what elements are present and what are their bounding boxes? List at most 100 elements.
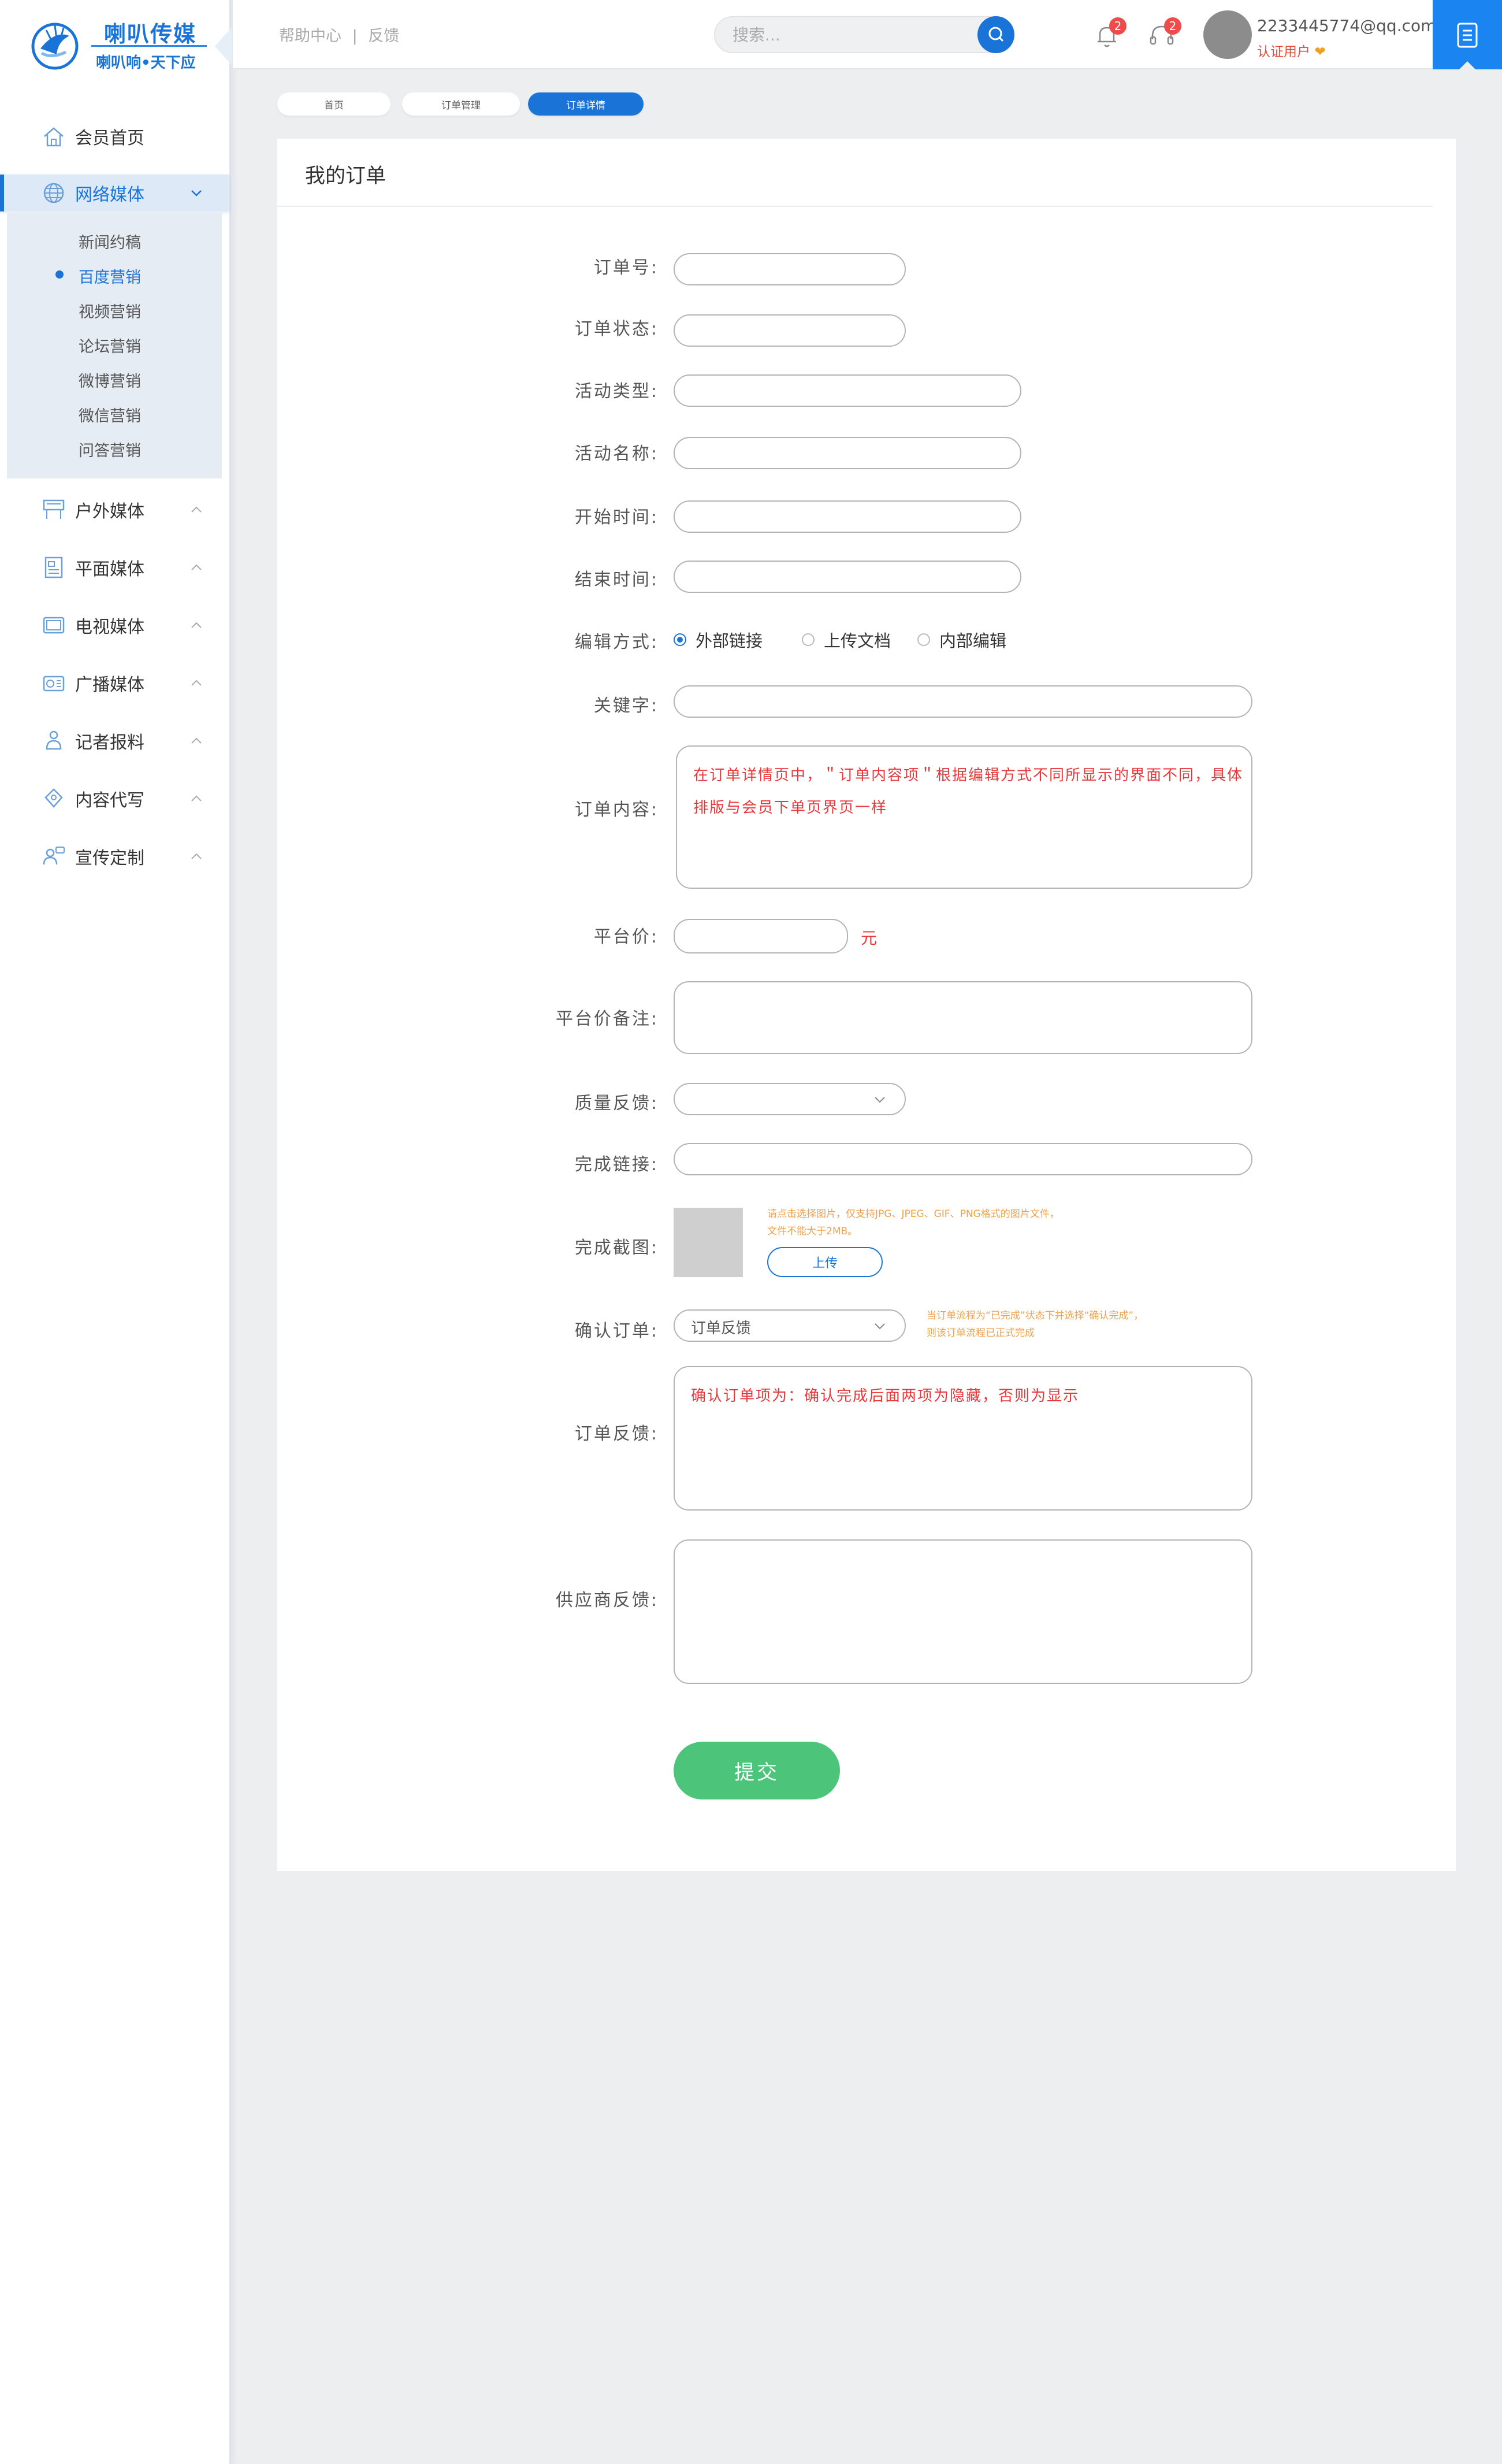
edit-mode-option-upload-doc[interactable]: 上传文档 xyxy=(802,628,891,652)
brand-logo[interactable]: 喇叭传媒 喇叭响•天下应 xyxy=(23,13,208,76)
order-content-note: 在订单详情页中，＂订单内容项＂根据编辑方式不同所显示的界面不同，具体排版与会员下… xyxy=(693,767,1244,817)
order-no-field[interactable] xyxy=(674,253,906,285)
chevron-up-icon[interactable] xyxy=(185,614,208,637)
home-icon xyxy=(40,123,67,150)
tv-icon xyxy=(40,612,67,639)
upload-button[interactable]: 上传 xyxy=(767,1247,883,1277)
orders-shortcut-button[interactable] xyxy=(1433,0,1502,69)
sidebar: 喇叭传媒 喇叭响•天下应 会员首页 网络媒体 新闻约稿 百度营销 视频营销 论坛… xyxy=(0,0,232,2464)
submenu-item-video-marketing[interactable]: 视频营销 xyxy=(79,299,141,322)
top-bar: 帮助中心 | 反馈 2 2 2233445774@qq.com 认证用户 ❤ xyxy=(233,0,1502,69)
submenu-item-wechat-marketing[interactable]: 微信营销 xyxy=(79,403,141,426)
sidebar-item-print-media[interactable]: 平面媒体 xyxy=(0,549,229,586)
sidebar-notch xyxy=(215,27,232,66)
done-screenshot-label: 完成截图: xyxy=(574,1238,659,1258)
chevron-down-icon[interactable] xyxy=(185,181,208,205)
customer-service-button[interactable]: 2 xyxy=(1146,17,1181,52)
breadcrumb-order-management[interactable]: 订单管理 xyxy=(402,92,520,116)
screenshot-preview xyxy=(674,1208,743,1277)
quality-feedback-label: 质量反馈: xyxy=(574,1093,659,1114)
submenu-item-news-draft[interactable]: 新闻约稿 xyxy=(79,230,141,253)
end-time-label: 结束时间: xyxy=(574,570,659,590)
order-feedback-label: 订单反馈: xyxy=(574,1424,659,1444)
service-badge: 2 xyxy=(1164,17,1181,35)
avatar[interactable] xyxy=(1203,10,1252,59)
brand-divider xyxy=(91,45,207,47)
done-link-field[interactable] xyxy=(674,1143,1252,1175)
sidebar-item-content-writing[interactable]: 内容代写 xyxy=(0,780,229,817)
sidebar-item-label: 电视媒体 xyxy=(75,617,144,637)
breadcrumb-order-detail: 订单详情 xyxy=(528,92,644,116)
newspaper-icon xyxy=(40,554,67,581)
quality-feedback-select[interactable] xyxy=(674,1083,906,1115)
order-feedback-note: 确认订单项为：确认完成后面两项为隐藏，否则为显示 xyxy=(691,1387,1080,1405)
custom-icon xyxy=(40,843,67,870)
notification-button[interactable]: 2 xyxy=(1091,17,1126,52)
sidebar-item-promo-custom[interactable]: 宣传定制 xyxy=(0,838,229,875)
sidebar-item-member-home[interactable]: 会员首页 xyxy=(0,118,229,155)
edit-mode-option-external-link[interactable]: 外部链接 xyxy=(674,628,763,652)
submenu-item-baidu-marketing[interactable]: 百度营销 xyxy=(79,265,141,287)
order-content-textarea[interactable]: 在订单详情页中，＂订单内容项＂根据编辑方式不同所显示的界面不同，具体排版与会员下… xyxy=(676,745,1252,889)
chevron-up-icon[interactable] xyxy=(185,556,208,579)
brand-slogan: 喇叭响•天下应 xyxy=(96,54,196,72)
radio-selected-icon xyxy=(674,633,686,646)
chevron-up-icon[interactable] xyxy=(185,845,208,868)
chevron-up-icon[interactable] xyxy=(185,787,208,810)
submenu-item-weibo-marketing[interactable]: 微博营销 xyxy=(79,369,141,391)
confirm-tip: 当订单流程为“已完成”状态下并选择“确认完成”， 则该订单流程已正式完成 xyxy=(927,1307,1143,1342)
activity-type-field[interactable] xyxy=(674,374,1021,407)
network-media-submenu: 新闻约稿 百度营销 视频营销 论坛营销 微博营销 微信营销 问答营销 xyxy=(7,213,222,478)
link-divider: | xyxy=(352,27,358,45)
keyword-field[interactable] xyxy=(674,685,1252,718)
activity-name-field[interactable] xyxy=(674,437,1021,469)
globe-icon xyxy=(40,180,67,206)
user-role-label: 认证用户 xyxy=(1257,44,1310,60)
start-time-field[interactable] xyxy=(674,500,1021,533)
chevron-up-icon[interactable] xyxy=(185,671,208,695)
order-status-field[interactable] xyxy=(674,314,906,347)
sidebar-item-radio-media[interactable]: 广播媒体 xyxy=(0,665,229,702)
sidebar-item-label: 内容代写 xyxy=(75,791,144,811)
chevron-up-icon[interactable] xyxy=(185,729,208,752)
document-list-icon xyxy=(1457,23,1478,48)
brand-title: 喇叭传媒 xyxy=(104,21,197,47)
price-note-label: 平台价备注: xyxy=(555,1009,659,1029)
price-note-textarea[interactable] xyxy=(674,981,1252,1054)
pen-icon xyxy=(40,785,67,812)
sidebar-item-label: 宣传定制 xyxy=(75,848,144,869)
search-icon xyxy=(988,27,1004,42)
sidebar-item-tv-media[interactable]: 电视媒体 xyxy=(0,607,229,644)
submenu-item-qa-marketing[interactable]: 问答营销 xyxy=(79,438,141,461)
billboard-icon xyxy=(40,496,67,523)
supplier-feedback-textarea[interactable] xyxy=(674,1539,1252,1684)
user-role: 认证用户 ❤ xyxy=(1257,40,1326,60)
sidebar-item-label: 会员首页 xyxy=(75,128,144,149)
end-time-field[interactable] xyxy=(674,561,1021,593)
chevron-down-icon xyxy=(875,1323,885,1330)
sidebar-item-network-media[interactable]: 网络媒体 xyxy=(0,175,229,211)
order-feedback-textarea[interactable]: 确认订单项为：确认完成后面两项为隐藏，否则为显示 xyxy=(674,1366,1252,1511)
help-center-link[interactable]: 帮助中心 xyxy=(279,23,341,46)
platform-price-field[interactable] xyxy=(674,919,848,953)
confirm-order-select[interactable]: 订单反馈 xyxy=(674,1309,906,1342)
sidebar-item-outdoor-media[interactable]: 户外媒体 xyxy=(0,491,229,528)
title-divider xyxy=(277,206,1433,207)
submit-button[interactable]: 提交 xyxy=(674,1742,840,1799)
done-link-label: 完成链接: xyxy=(574,1155,659,1175)
reporter-icon xyxy=(40,728,67,754)
search-input[interactable] xyxy=(733,23,952,46)
sidebar-item-label: 广播媒体 xyxy=(75,675,144,695)
sidebar-item-reporter-tips[interactable]: 记者报料 xyxy=(0,722,229,759)
corner-notch xyxy=(1459,61,1475,69)
edit-mode-option-internal-edit[interactable]: 内部编辑 xyxy=(917,628,1006,652)
keyword-label: 关键字: xyxy=(593,696,659,716)
submenu-item-forum-marketing[interactable]: 论坛营销 xyxy=(79,334,141,357)
chevron-up-icon[interactable] xyxy=(185,498,208,521)
sidebar-item-label: 记者报料 xyxy=(75,733,144,753)
breadcrumb-home[interactable]: 首页 xyxy=(277,92,391,116)
sidebar-item-label: 网络媒体 xyxy=(75,185,144,205)
search-button[interactable] xyxy=(977,16,1014,53)
feedback-link[interactable]: 反馈 xyxy=(368,23,399,46)
radio-unselected-icon xyxy=(802,633,815,646)
